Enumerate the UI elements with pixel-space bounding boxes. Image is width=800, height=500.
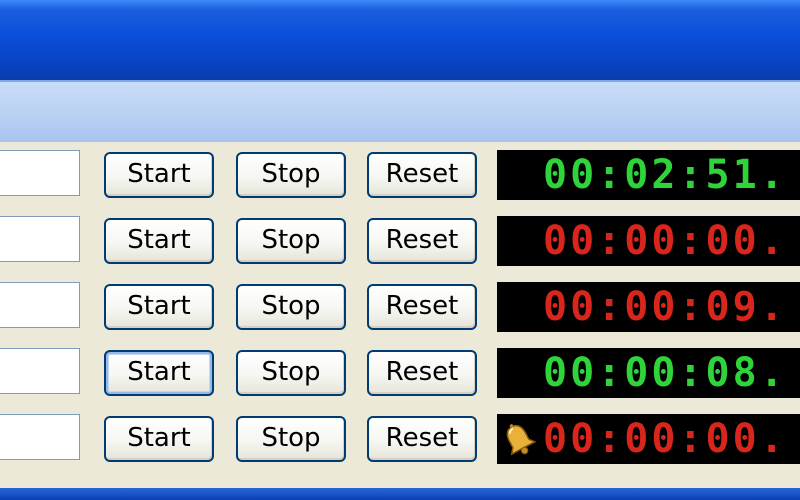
timer-row-5: Start Stop Reset 00:00:00.: [0, 406, 800, 464]
start-button-4[interactable]: Start: [104, 350, 214, 396]
timer-row-1: Start Stop Reset 00:02:51.: [0, 142, 800, 200]
stop-button-2[interactable]: Stop: [236, 218, 346, 264]
timer-time-3: 00:00:09.: [543, 284, 787, 330]
stop-button-1[interactable]: Stop: [236, 152, 346, 198]
start-button-1[interactable]: Start: [104, 152, 214, 198]
timer-name-input-2[interactable]: [0, 216, 80, 262]
reset-button-2[interactable]: Reset: [367, 218, 477, 264]
start-button-3[interactable]: Start: [104, 284, 214, 330]
timer-display-2: 00:00:00.: [497, 216, 800, 266]
timer-time-4: 00:00:08.: [543, 350, 787, 396]
timer-name-input-1[interactable]: [0, 150, 80, 196]
window-titlebar: [0, 0, 800, 80]
header-band: [0, 80, 800, 142]
timer-row-3: Start Stop Reset 00:00:09.: [0, 274, 800, 332]
start-button-2[interactable]: Start: [104, 218, 214, 264]
timer-row-2: Start Stop Reset 00:00:00.: [0, 208, 800, 266]
timer-display-1: 00:02:51.: [497, 150, 800, 200]
reset-button-3[interactable]: Reset: [367, 284, 477, 330]
timer-display-3: 00:00:09.: [497, 282, 800, 332]
reset-button-1[interactable]: Reset: [367, 152, 477, 198]
timer-display-5: 00:00:00.: [497, 414, 800, 464]
timer-time-5: 00:00:00.: [543, 416, 787, 462]
start-button-5[interactable]: Start: [104, 416, 214, 462]
timers-panel: Start Stop Reset 00:02:51. Start Stop Re…: [0, 142, 800, 488]
timer-row-4: Start Stop Reset 00:00:08.: [0, 340, 800, 398]
bell-icon[interactable]: [499, 420, 539, 460]
stop-button-4[interactable]: Stop: [236, 350, 346, 396]
timer-name-input-3[interactable]: [0, 282, 80, 328]
stop-button-3[interactable]: Stop: [236, 284, 346, 330]
timer-time-2: 00:00:00.: [543, 218, 787, 264]
timer-name-input-4[interactable]: [0, 348, 80, 394]
reset-button-5[interactable]: Reset: [367, 416, 477, 462]
stop-button-5[interactable]: Stop: [236, 416, 346, 462]
reset-button-4[interactable]: Reset: [367, 350, 477, 396]
timer-name-input-5[interactable]: [0, 414, 80, 460]
timer-display-4: 00:00:08.: [497, 348, 800, 398]
timer-time-1: 00:02:51.: [543, 152, 787, 198]
bottom-border: [0, 488, 800, 500]
